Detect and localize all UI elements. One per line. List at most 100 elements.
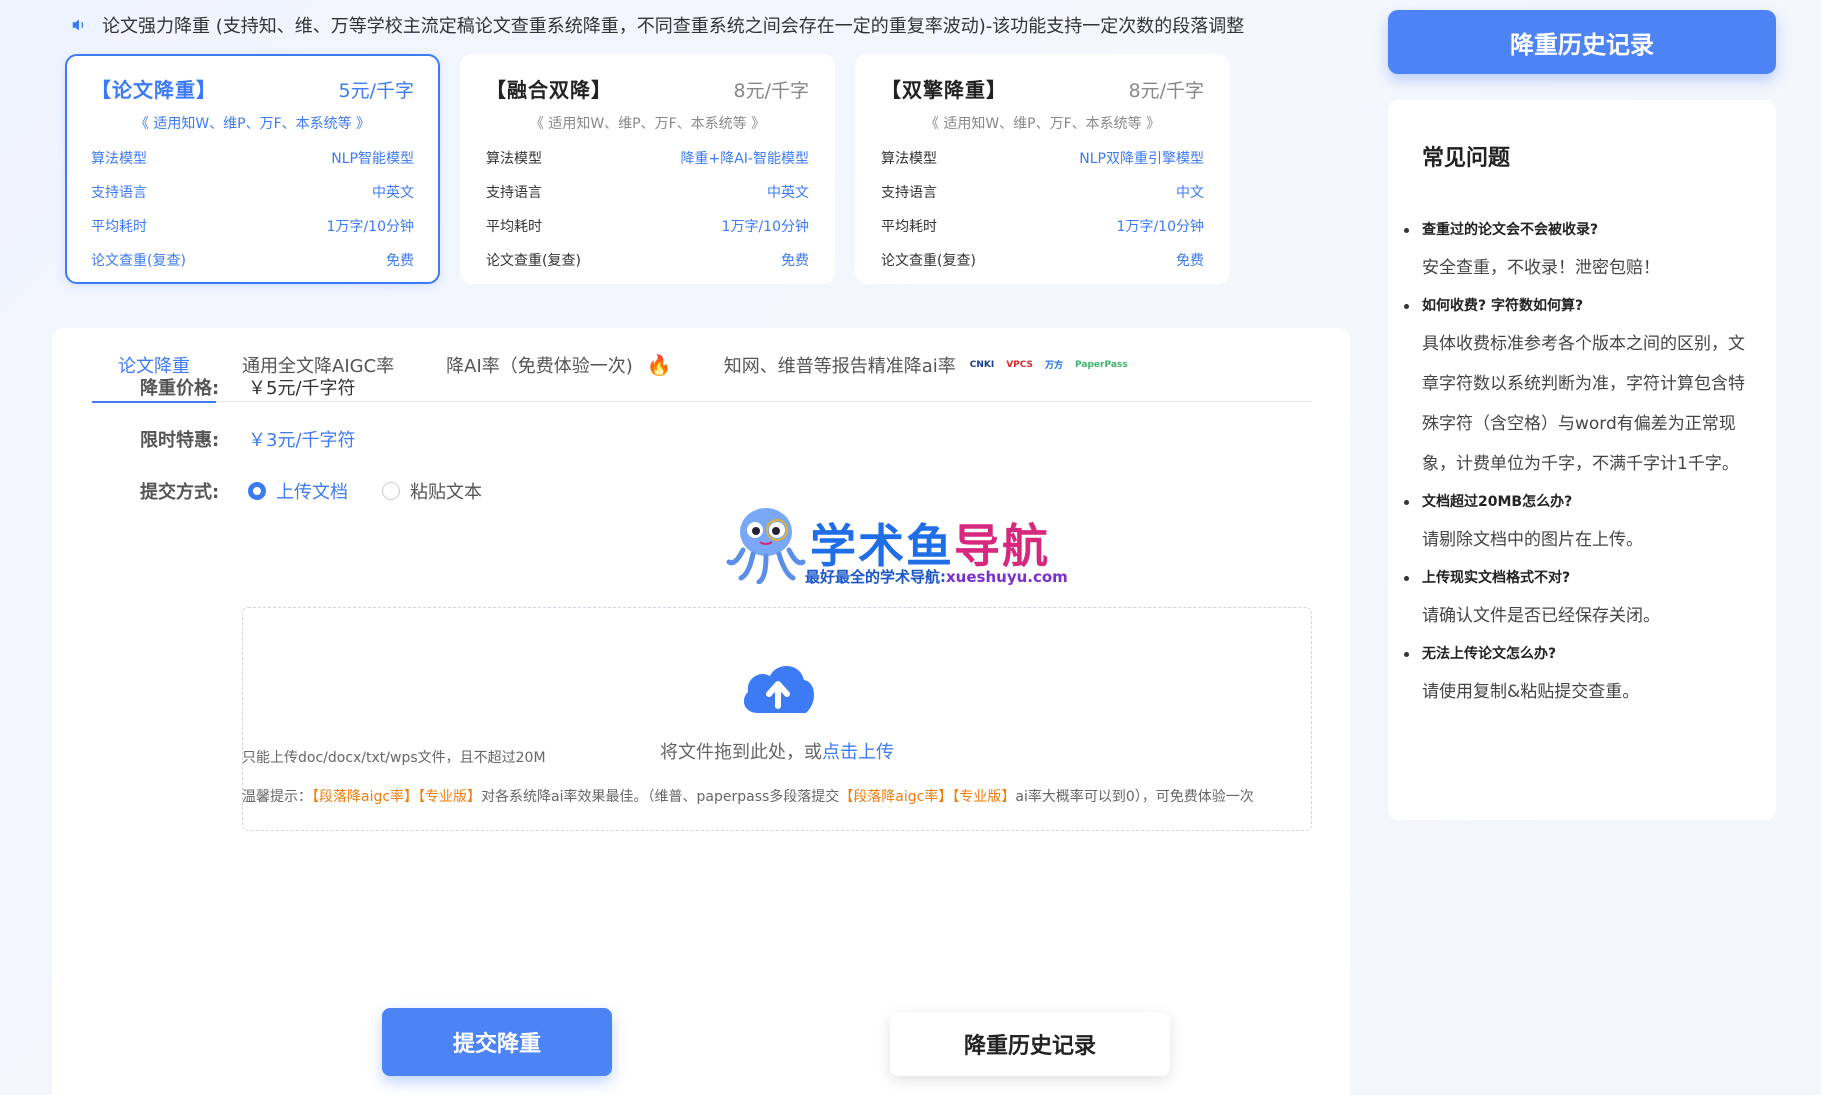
faq-answer: 请确认文件是否已经保存关闭。: [1422, 606, 1660, 626]
rewrite-history-button[interactable]: 降重历史记录: [890, 1012, 1170, 1076]
radio-paste-text[interactable]: 粘贴文本: [382, 478, 482, 504]
row-key: 支持语言: [486, 185, 542, 201]
row-value: 中文: [1176, 185, 1204, 201]
tab-reduce-ai[interactable]: 降AI率（免费体验一次) 🔥: [420, 328, 698, 402]
faq-question: 上传现实文档格式不对?: [1404, 560, 1746, 596]
faq-question: 无法上传论文怎么办?: [1404, 636, 1746, 672]
plan-cards: 【论文降重】 5元/千字 《 适用知W、维P、万F、本系统等 》 算法模型 NLP…: [65, 54, 1230, 284]
plan-card-dual-engine[interactable]: 【双擎降重】 8元/千字 《 适用知W、维P、万F、本系统等 》 算法模型 NLP…: [855, 54, 1230, 284]
speaker-icon: [72, 19, 84, 31]
submit-method-field: 提交方式: 上传文档 粘贴文本: [140, 478, 516, 504]
tip-tag: 【段落降aigc率】: [312, 789, 419, 805]
plan-row: 算法模型 降重+降AI-智能模型: [486, 141, 809, 175]
row-key: 论文查重(复查): [91, 253, 186, 269]
plan-row: 论文查重(复查) 免费: [881, 243, 1204, 277]
faq-answer: 请剔除文档中的图片在上传。: [1422, 530, 1643, 550]
plan-card-fusion[interactable]: 【融合双降】 8元/千字 《 适用知W、维P、万F、本系统等 》 算法模型 降重+…: [460, 54, 835, 284]
row-value: 降重+降AI-智能模型: [680, 151, 810, 167]
radio-dot: [382, 482, 400, 500]
tab-report-ai[interactable]: 知网、维普等报告精准降ai率 CNKI VPCS 万方 PaperPass: [698, 328, 1154, 402]
row-value: 免费: [1176, 253, 1204, 269]
tip-mid: 对各系统降ai率效果最佳。（维普、paperpass多段落提交: [481, 789, 840, 805]
plan-row: 算法模型 NLP双降重引擎模型: [881, 141, 1204, 175]
faq-question: 如何收费? 字符数如何算?: [1404, 288, 1746, 324]
row-key: 支持语言: [91, 185, 147, 201]
wanfang-logo: 万方: [1045, 361, 1064, 371]
plan-price: 8元/千字: [733, 80, 810, 102]
faq-item: 上传现实文档格式不对? 请确认文件是否已经保存关闭。: [1404, 560, 1746, 636]
faq-question: 文档超过20MB怎么办?: [1404, 484, 1746, 520]
plan-name: 【融合双降】: [486, 78, 612, 102]
tip-tag: 【段落降aigc率】: [839, 789, 953, 805]
plan-row: 论文查重(复查) 免费: [486, 243, 809, 277]
row-value: 免费: [386, 253, 414, 269]
submit-rewrite-button[interactable]: 提交降重: [382, 1008, 612, 1076]
row-key: 平均耗时: [881, 219, 937, 235]
row-key: 论文查重(复查): [486, 253, 581, 269]
plan-row: 平均耗时 1万字/10分钟: [881, 209, 1204, 243]
row-value: 1万字/10分钟: [1116, 219, 1204, 235]
plan-name: 【论文降重】: [91, 78, 217, 102]
vpcs-logo: VPCS: [1006, 359, 1034, 370]
faq-item: 查重过的论文会不会被收录? 安全查重，不收录！泄密包赔！: [1404, 212, 1746, 288]
sidebar-history-button[interactable]: 降重历史记录: [1388, 10, 1776, 74]
plan-scope: 《 适用知W、维P、万F、本系统等 》: [924, 116, 1161, 132]
row-value: 1万字/10分钟: [721, 219, 809, 235]
plan-row: 支持语言 中英文: [486, 175, 809, 209]
watermark-sub-a: 最好最全的学术导航:: [805, 568, 946, 586]
tip-text: 温馨提示：【段落降aigc率】【专业版】对各系统降ai率效果最佳。（维普、pap…: [242, 775, 1312, 820]
plan-row: 支持语言 中文: [881, 175, 1204, 209]
radio-upload-label: 上传文档: [276, 482, 348, 503]
watermark-title-a: 学术鱼: [810, 519, 954, 573]
radio-upload-document[interactable]: 上传文档: [248, 478, 348, 504]
plan-price: 5元/千字: [338, 80, 415, 102]
tab-reduce-ai-label: 降AI率（免费体验一次): [446, 355, 633, 377]
faq-item: 文档超过20MB怎么办? 请剔除文档中的图片在上传。: [1404, 484, 1746, 560]
faq-panel: 常见问题 查重过的论文会不会被收录? 安全查重，不收录！泄密包赔！ 如何收费? …: [1388, 100, 1776, 820]
system-logos: CNKI VPCS 万方 PaperPass: [969, 358, 1128, 372]
plan-scope: 《 适用知W、维P、万F、本系统等 》: [529, 116, 766, 132]
notice-bar: 论文强力降重 (支持知、维、万等学校主流定稿论文查重系统降重，不同查重系统之间会…: [70, 12, 1244, 38]
special-value: ￥3元/千字符: [248, 430, 356, 451]
main-panel: 论文降重 通用全文降AIGC率 降AI率（免费体验一次) 🔥 知网、维普等报告精…: [52, 328, 1350, 1095]
row-value: 中英文: [767, 185, 809, 201]
xueshuyu-watermark: 学术鱼导航 最好最全的学术导航:xueshuyu.com: [725, 500, 1095, 590]
cnki-logo: CNKI: [969, 359, 995, 370]
price-value: ￥5元/千字符: [248, 378, 356, 399]
tip-tag: 【专业版】: [418, 789, 482, 805]
octopus-logo: [726, 508, 806, 584]
fire-icon: 🔥: [646, 352, 672, 377]
row-key: 论文查重(复查): [881, 253, 976, 269]
paperpass-logo: PaperPass: [1075, 359, 1128, 370]
tab-report-ai-label: 知网、维普等报告精准降ai率: [723, 355, 956, 377]
row-value: NLP智能模型: [331, 151, 414, 167]
radio-dot: [248, 482, 266, 500]
tip-end: ai率大概率可以到0），可免费体验一次: [1015, 789, 1254, 805]
row-key: 算法模型: [486, 151, 542, 167]
plan-card-paper-rewrite[interactable]: 【论文降重】 5元/千字 《 适用知W、维P、万F、本系统等 》 算法模型 NLP…: [65, 54, 440, 284]
submit-method-label: 提交方式:: [140, 482, 220, 503]
special-field: 限时特惠: ￥3元/千字符: [140, 426, 356, 452]
price-label: 降重价格:: [140, 378, 220, 399]
faq-answer: 具体收费标准参考各个版本之间的区别，文章字符数以系统判断为准，字符计算包含特殊字…: [1422, 334, 1745, 474]
row-key: 算法模型: [881, 151, 937, 167]
row-value: 1万字/10分钟: [326, 219, 414, 235]
faq-item: 如何收费? 字符数如何算? 具体收费标准参考各个版本之间的区别，文章字符数以系统…: [1404, 288, 1746, 484]
plan-row: 算法模型 NLP智能模型: [91, 141, 414, 175]
plan-price: 8元/千字: [1128, 80, 1205, 102]
radio-paste-label: 粘贴文本: [410, 482, 482, 503]
row-value: 中英文: [372, 185, 414, 201]
special-label: 限时特惠:: [140, 430, 220, 451]
notice-text: 论文强力降重 (支持知、维、万等学校主流定稿论文查重系统降重，不同查重系统之间会…: [102, 16, 1245, 37]
watermark-subtitle: 最好最全的学术导航:xueshuyu.com: [805, 566, 1068, 587]
faq-answer: 安全查重，不收录！泄密包赔！: [1422, 258, 1660, 278]
faq-answer: 请使用复制&粘贴提交查重。: [1422, 682, 1640, 702]
row-key: 算法模型: [91, 151, 147, 167]
price-field: 降重价格: ￥5元/千字符: [140, 374, 356, 400]
plan-row: 平均耗时 1万字/10分钟: [486, 209, 809, 243]
row-value: NLP双降重引擎模型: [1079, 151, 1204, 167]
row-key: 支持语言: [881, 185, 937, 201]
tip-prefix: 温馨提示：: [242, 789, 312, 805]
cloud-upload-icon: [743, 665, 815, 713]
row-key: 平均耗时: [486, 219, 542, 235]
